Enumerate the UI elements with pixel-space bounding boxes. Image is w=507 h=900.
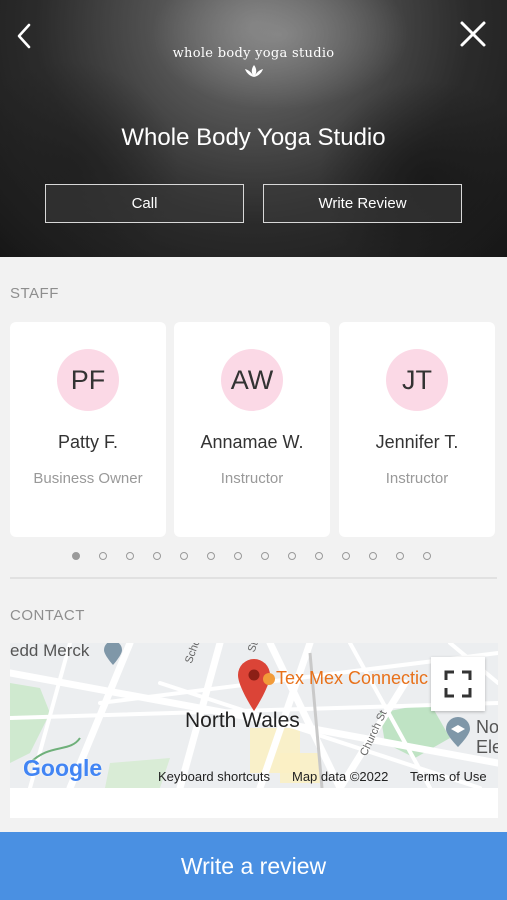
staff-carousel[interactable]: PF Patty F. Business Owner AW Annamae W.… [10, 322, 507, 537]
avatar: JT [386, 349, 448, 411]
staff-name: Annamae W. [200, 432, 304, 452]
pagination-dot[interactable] [180, 552, 188, 560]
map-label-right: Ele [476, 737, 498, 757]
map-data-attribution: Map data ©2022 [292, 769, 389, 784]
pagination-dot[interactable] [423, 552, 431, 560]
pagination-dot[interactable] [396, 552, 404, 560]
map-fullscreen-button[interactable] [431, 657, 485, 711]
staff-role: Instructor [220, 470, 284, 487]
avatar: PF [57, 349, 119, 411]
pagination-dot[interactable] [126, 552, 134, 560]
studio-logo: whole body yoga studio [0, 42, 507, 79]
pagination-dot[interactable] [369, 552, 377, 560]
map-keyboard-shortcuts-link[interactable]: Keyboard shortcuts [158, 769, 270, 784]
map-place-label: North Wales [185, 709, 300, 732]
pagination-dot[interactable] [342, 552, 350, 560]
call-button[interactable]: Call [45, 184, 244, 223]
staff-card[interactable]: AW Annamae W. Instructor [174, 322, 330, 537]
lotus-icon [244, 65, 263, 77]
pagination-dot[interactable] [153, 552, 161, 560]
section-divider [10, 577, 497, 579]
pagination-dot[interactable] [288, 552, 296, 560]
map-label-edge: edd Merck [10, 643, 90, 660]
pagination-dot[interactable] [207, 552, 215, 560]
fullscreen-icon [444, 670, 472, 698]
staff-name: Patty F. [57, 432, 119, 452]
restaurant-poi-icon [263, 673, 275, 685]
contact-card-footer [10, 788, 498, 818]
write-review-button[interactable]: Write Review [263, 184, 462, 223]
staff-section-label: STAFF [10, 285, 59, 302]
logo-text: whole body yoga studio [172, 46, 335, 61]
map-terms-link[interactable]: Terms of Use [410, 769, 487, 784]
contact-section-label: CONTACT [10, 607, 85, 624]
pagination-dot[interactable] [261, 552, 269, 560]
staff-card[interactable]: PF Patty F. Business Owner [10, 322, 166, 537]
google-logo: Google [23, 755, 103, 781]
write-a-review-button[interactable]: Write a review [0, 832, 507, 900]
staff-card[interactable]: JT Jennifer T. Instructor [339, 322, 495, 537]
staff-role: Instructor [385, 470, 449, 487]
school-poi-icon [446, 717, 470, 747]
pagination-dot[interactable] [99, 552, 107, 560]
page-title: Whole Body Yoga Studio [121, 124, 386, 151]
staff-role: Business Owner [33, 470, 143, 487]
pagination-dot[interactable] [234, 552, 242, 560]
avatar: AW [221, 349, 283, 411]
map-label-right: No [476, 717, 498, 737]
pagination-dot[interactable] [315, 552, 323, 560]
staff-name: Jennifer T. [375, 432, 459, 452]
map-poi-label: Tex Mex Connectic [276, 668, 429, 688]
location-map[interactable]: edd Merck School St St Church St Tex Mex… [10, 643, 498, 788]
map-poi-marker-icon [104, 643, 122, 665]
pagination-dot[interactable] [72, 552, 80, 560]
